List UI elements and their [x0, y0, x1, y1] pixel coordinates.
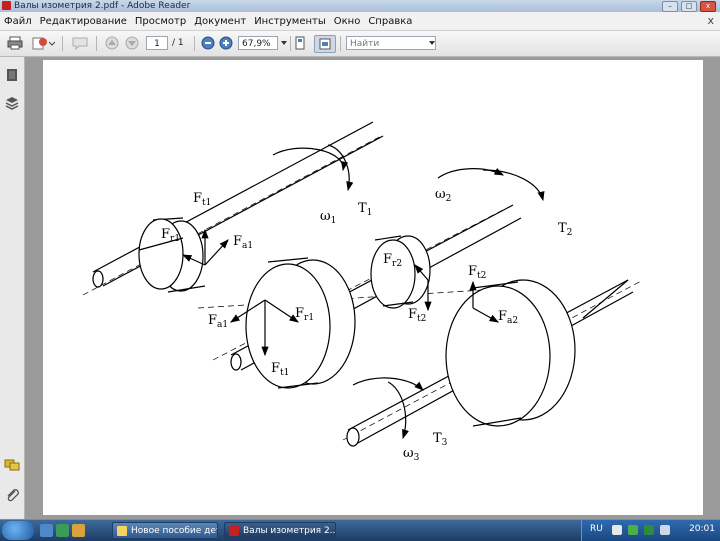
fit-width-icon[interactable] [314, 35, 336, 53]
label-Fa1-bottom: Fa1 [208, 313, 228, 330]
taskbar-item-reader[interactable]: Валы изометрия 2.... [224, 522, 336, 539]
find-input[interactable]: Найти [346, 36, 436, 50]
taskbar-item-word[interactable]: Новое пособие дет... [112, 522, 218, 539]
clock[interactable]: 20:01 [689, 524, 715, 534]
pages-icon[interactable] [4, 67, 20, 83]
taskbar: Новое пособие дет... Валы изометрия 2...… [0, 519, 720, 541]
menu-tools[interactable]: Инструменты [250, 16, 330, 27]
menu-document[interactable]: Документ [190, 16, 250, 27]
label-T2: T2 [558, 221, 572, 238]
pdf-page: Ft1 Fr1 Fa1 ω1 T1 ω2 T2 Fr2 Ft2 Ft2 Fa2 … [43, 60, 703, 515]
layers-icon[interactable] [4, 95, 20, 111]
menu-view[interactable]: Просмотр [131, 16, 190, 27]
show-desktop-icon[interactable] [40, 524, 53, 537]
adobe-reader-icon [2, 1, 11, 10]
comment-icon[interactable] [70, 35, 90, 51]
menu-edit[interactable]: Редактирование [36, 16, 131, 27]
zoom-dropdown-icon[interactable] [280, 35, 288, 51]
menu-window[interactable]: Окно [330, 16, 365, 27]
attachments-icon[interactable] [4, 487, 20, 503]
comments-icon[interactable] [4, 457, 20, 473]
label-omega3: ω3 [403, 446, 420, 463]
start-button[interactable] [2, 521, 34, 540]
print-icon[interactable] [6, 35, 24, 51]
close-document-icon[interactable]: x [707, 14, 714, 27]
label-Ft2-right: Ft2 [468, 264, 486, 281]
page-down-icon[interactable] [124, 35, 140, 51]
zoom-out-icon[interactable] [200, 35, 216, 51]
page-total: / 1 [172, 38, 184, 48]
tray-icon-1[interactable] [612, 525, 622, 535]
volume-icon[interactable] [660, 525, 670, 535]
document-viewer[interactable]: Ft1 Fr1 Fa1 ω1 T1 ω2 T2 Fr2 Ft2 Ft2 Fa2 … [25, 57, 720, 519]
folder-icon [117, 526, 127, 536]
menu-help[interactable]: Справка [364, 16, 416, 27]
share-icon[interactable] [30, 35, 56, 51]
shaft-isometric-drawing: Ft1 Fr1 Fa1 ω1 T1 ω2 T2 Fr2 Ft2 Ft2 Fa2 … [82, 121, 644, 463]
tray-icon-3[interactable] [644, 525, 654, 535]
label-omega1: ω1 [320, 209, 336, 226]
label-Ft1-top: Ft1 [193, 191, 211, 208]
menu-file[interactable]: Файл [0, 16, 36, 27]
fit-page-icon[interactable] [292, 35, 308, 51]
window-title: Валы изометрия 2.pdf - Adobe Reader [14, 1, 191, 11]
zoom-in-icon[interactable] [218, 35, 234, 51]
label-omega2: ω2 [435, 187, 451, 204]
navigation-panel [0, 57, 25, 519]
find-dropdown-icon[interactable] [428, 35, 436, 51]
label-Ft2-left: Ft2 [408, 307, 426, 324]
label-T3: T3 [433, 431, 448, 448]
explorer-icon[interactable] [72, 524, 85, 537]
maximize-button[interactable]: □ [681, 1, 697, 12]
label-Fa1-top: Fa1 [233, 234, 253, 251]
language-indicator[interactable]: RU [590, 524, 603, 534]
menu-bar: Файл Редактирование Просмотр Документ Ин… [0, 12, 720, 31]
close-button[interactable]: x [700, 1, 716, 12]
quick-launch-icon[interactable] [56, 524, 69, 537]
toolbar: 1 / 1 67,9% Найти [0, 31, 720, 57]
window-controls: – □ x [662, 1, 716, 12]
page-up-icon[interactable] [104, 35, 120, 51]
system-tray: RU 20:01 [581, 520, 720, 541]
adobe-reader-icon [229, 526, 239, 536]
network-icon[interactable] [628, 525, 638, 535]
zoom-level-input[interactable]: 67,9% [238, 36, 278, 50]
title-bar: Валы изометрия 2.pdf - Adobe Reader – □ … [0, 0, 720, 12]
page-number-input[interactable]: 1 [146, 36, 168, 50]
minimize-button[interactable]: – [662, 1, 678, 12]
label-T1: T1 [358, 201, 372, 218]
